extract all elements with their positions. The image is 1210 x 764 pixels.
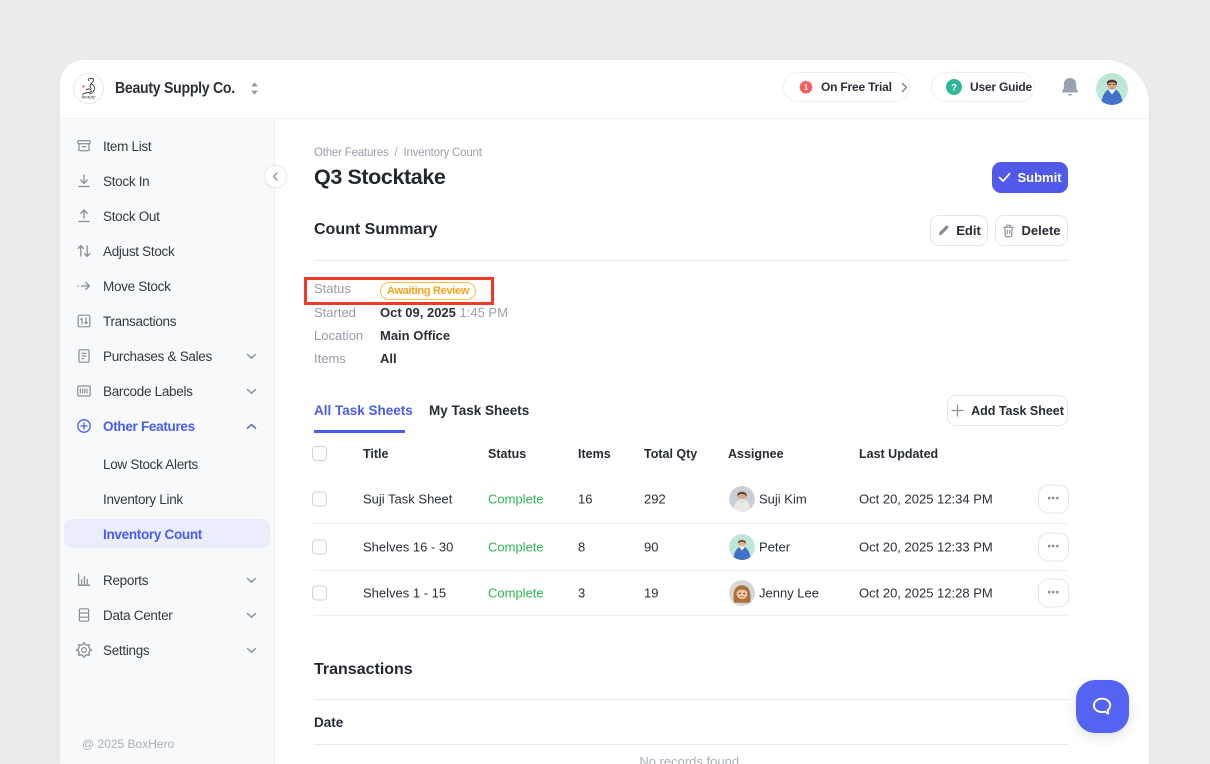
svg-text:beauty: beauty (82, 95, 97, 101)
svg-text:?: ? (951, 82, 957, 93)
